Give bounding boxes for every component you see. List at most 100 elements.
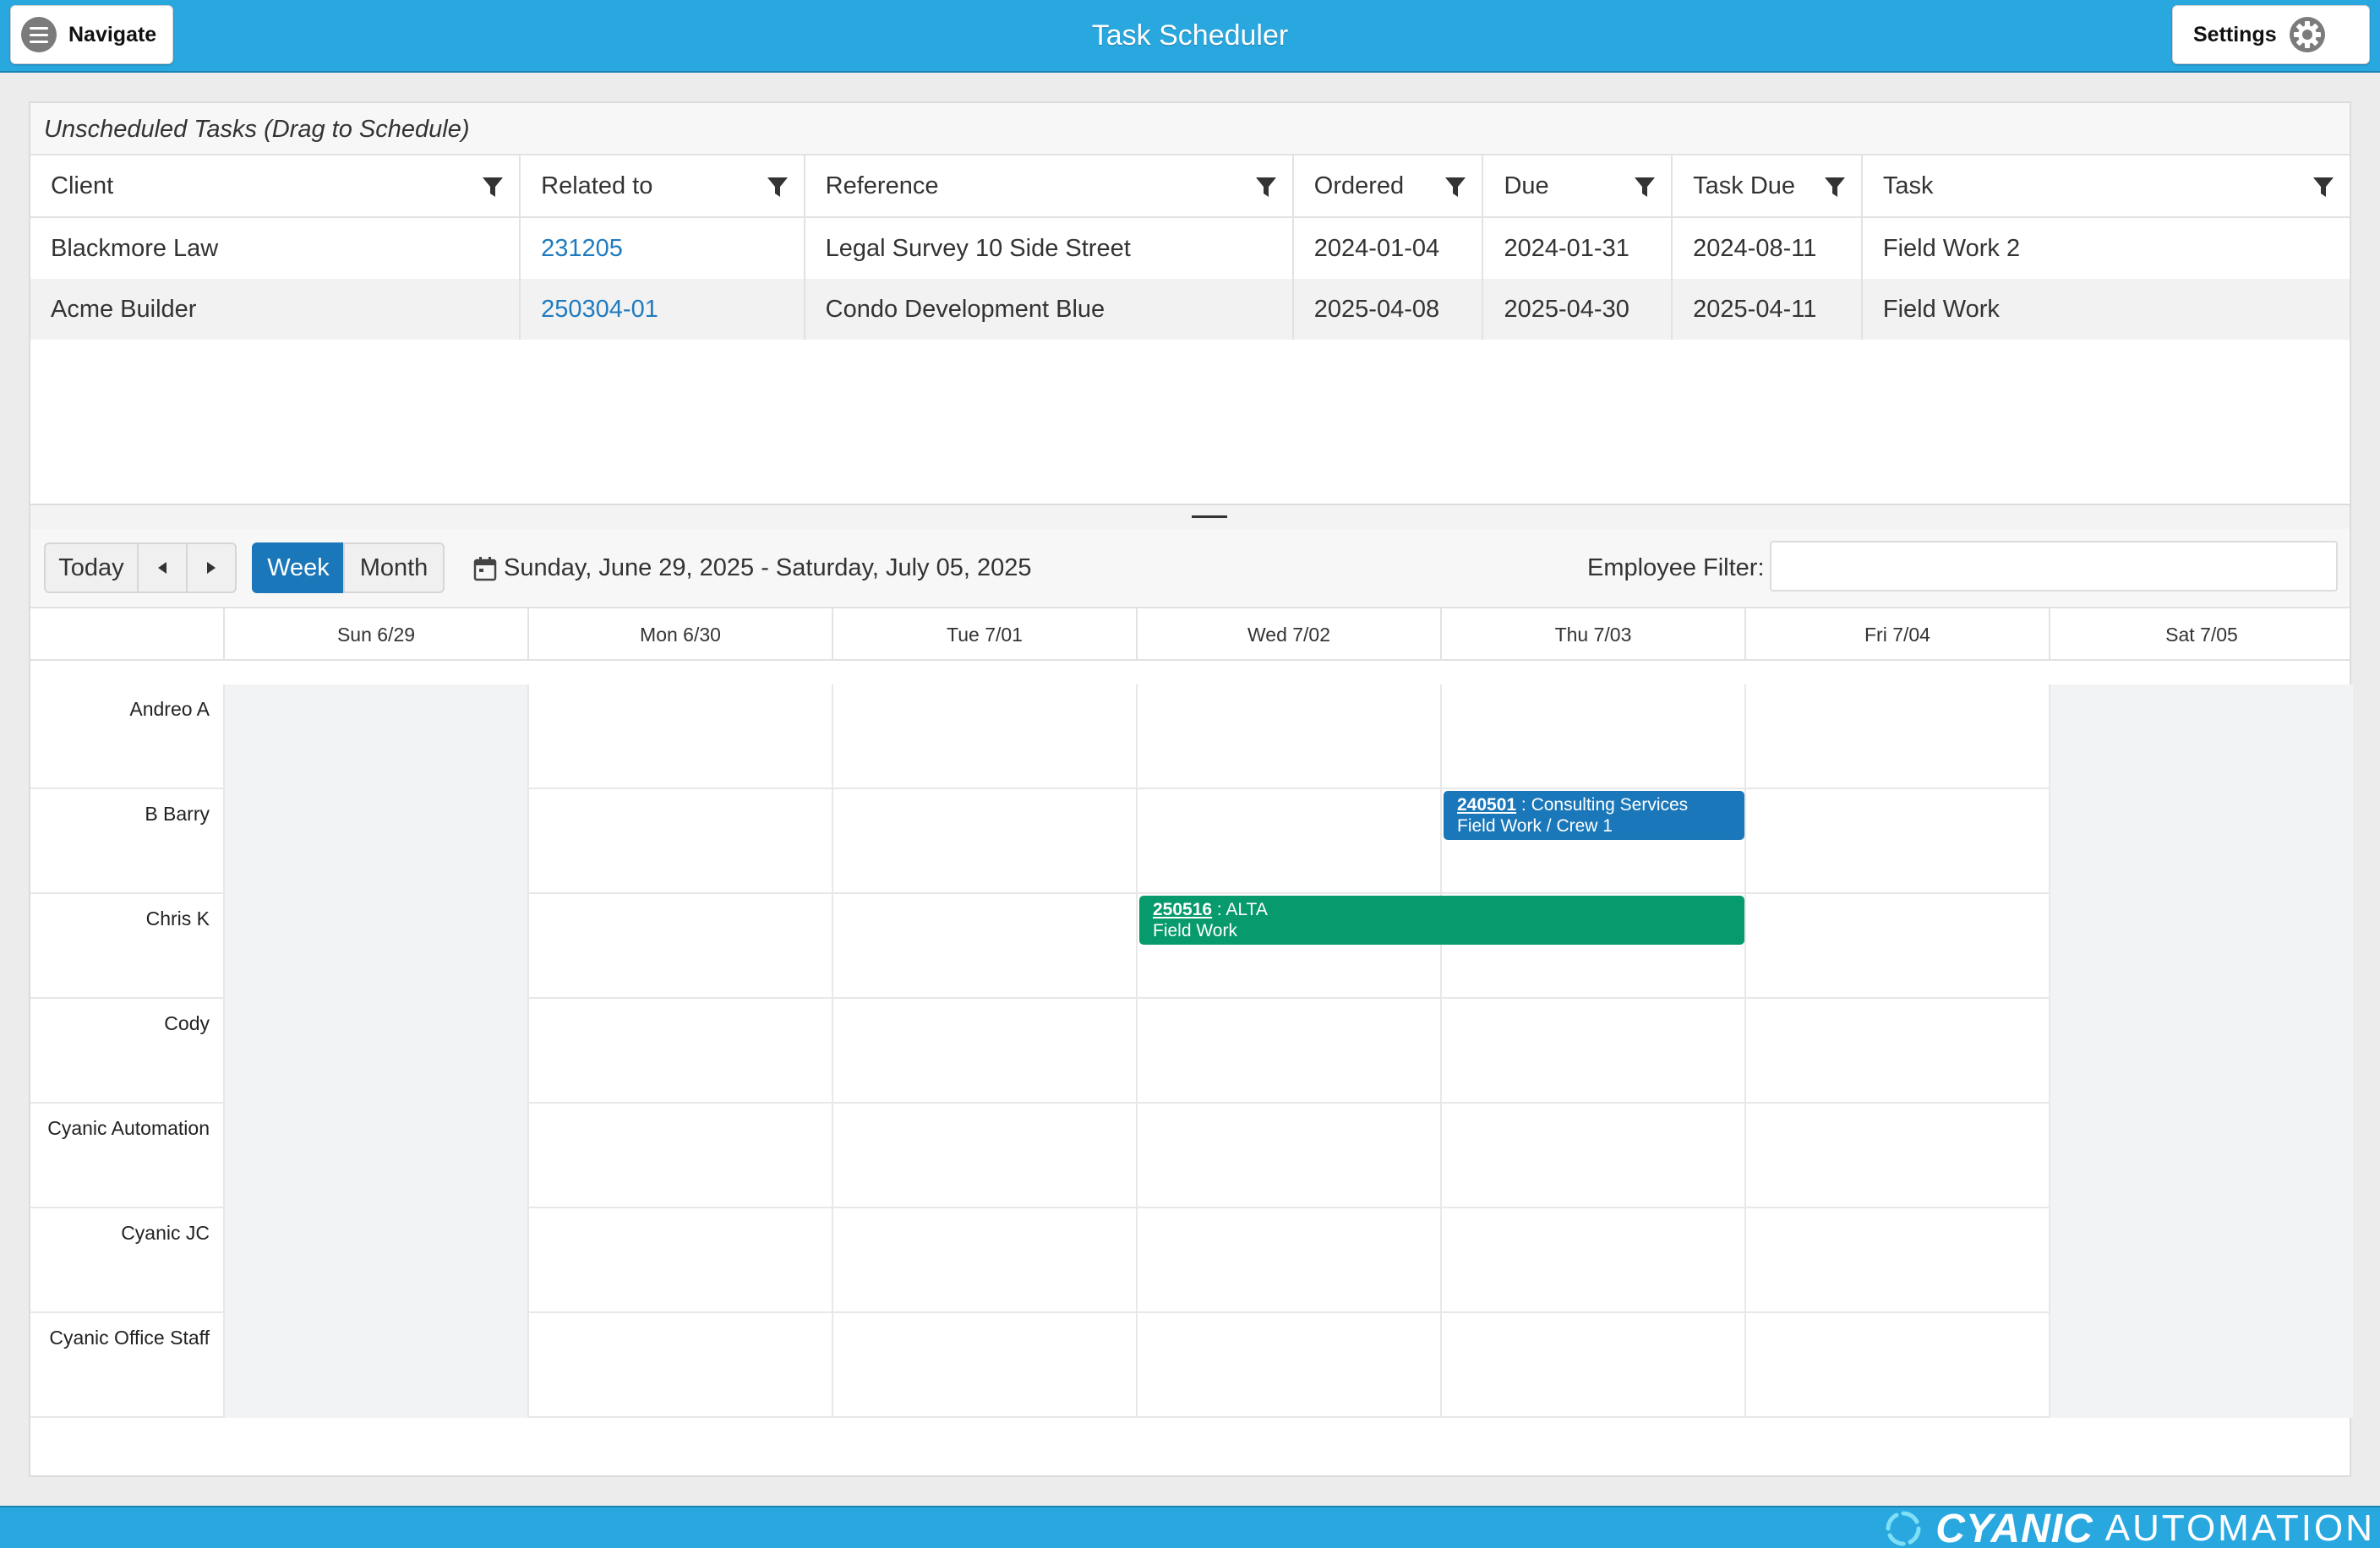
table-cell: 2025-04-30: [1483, 279, 1673, 340]
previous-button[interactable]: [137, 542, 188, 593]
related-link[interactable]: 231205: [521, 218, 805, 279]
week-view-button[interactable]: Week: [252, 542, 345, 593]
scheduled-task-event[interactable]: 240501 : Consulting Services Field Work /…: [1444, 791, 1744, 840]
column-header[interactable]: Reference: [805, 155, 1294, 216]
table-cell: Blackmore Law: [30, 218, 521, 279]
schedule-cell[interactable]: [1440, 1313, 1744, 1418]
filter-icon[interactable]: [1634, 176, 1656, 199]
schedule-cell[interactable]: [1440, 1104, 1744, 1208]
schedule-cell[interactable]: [527, 789, 832, 894]
event-id-link[interactable]: 250516: [1153, 900, 1212, 919]
column-header[interactable]: Due: [1483, 155, 1673, 216]
schedule-cell[interactable]: [1440, 1208, 1744, 1313]
filter-icon[interactable]: [2312, 176, 2334, 199]
schedule-cell[interactable]: [832, 1104, 1136, 1208]
navigate-button[interactable]: Navigate: [10, 5, 173, 64]
schedule-cell[interactable]: [1744, 1208, 2049, 1313]
event-id-link[interactable]: 240501: [1457, 795, 1516, 815]
schedule-cell[interactable]: [832, 789, 1136, 894]
filter-icon[interactable]: [767, 176, 789, 199]
schedule-cell[interactable]: [1136, 999, 1440, 1104]
schedule-cell[interactable]: [223, 684, 527, 789]
panel-splitter[interactable]: [29, 505, 2351, 529]
schedule-cell[interactable]: [2049, 999, 2353, 1104]
schedule-cell[interactable]: [527, 894, 832, 999]
filter-icon[interactable]: [1824, 176, 1846, 199]
schedule-cell[interactable]: [2049, 1104, 2353, 1208]
splitter-handle-icon[interactable]: [1192, 515, 1227, 518]
schedule-cell[interactable]: [832, 1313, 1136, 1418]
brand-primary-text: CYANIC: [1935, 1506, 2093, 1548]
month-view-button[interactable]: Month: [343, 542, 445, 593]
employee-filter-input[interactable]: [1770, 541, 2338, 591]
day-header-row: Sun 6/29 Mon 6/30 Tue 7/01 Wed 7/02 Thu 7/03…: [30, 608, 2350, 661]
table-row[interactable]: Blackmore Law 231205 Legal Survey 10 Side …: [30, 218, 2350, 279]
table-row[interactable]: Acme Builder 250304-01 Condo Development B…: [30, 279, 2350, 340]
table-cell: Field Work: [1882, 295, 2000, 323]
day-header: Sat 7/05: [2049, 608, 2353, 661]
schedule-cell[interactable]: [2049, 789, 2353, 894]
date-range-text: Sunday, June 29, 2025 - Saturday, July 0…: [504, 554, 1032, 581]
column-header-label: Due: [1504, 172, 1549, 199]
schedule-cell[interactable]: [527, 1208, 832, 1313]
schedule-cell[interactable]: [223, 1313, 527, 1418]
schedule-cell[interactable]: [832, 684, 1136, 789]
column-header[interactable]: Client: [30, 155, 521, 216]
schedule-cell[interactable]: [2049, 684, 2353, 789]
schedule-cell[interactable]: [527, 1313, 832, 1418]
schedule-cell[interactable]: [2049, 894, 2353, 999]
employee-row: B Barry: [30, 789, 2353, 894]
schedule-cell[interactable]: [1440, 999, 1744, 1104]
schedule-cell[interactable]: [2049, 1313, 2353, 1418]
top-bar: Task Scheduler Navigate Settings: [0, 0, 2380, 73]
schedule-cell[interactable]: [1744, 894, 2049, 999]
table-cell: Acme Builder: [30, 279, 521, 340]
schedule-cell[interactable]: [223, 999, 527, 1104]
employee-name: Chris K: [145, 908, 210, 929]
schedule-cell[interactable]: [1744, 1104, 2049, 1208]
schedule-cell[interactable]: [527, 999, 832, 1104]
date-range-picker[interactable]: Sunday, June 29, 2025 - Saturday, July 0…: [473, 554, 1031, 582]
schedule-cell[interactable]: [1136, 1208, 1440, 1313]
schedule-cell[interactable]: [832, 999, 1136, 1104]
schedule-cell[interactable]: [527, 684, 832, 789]
column-header[interactable]: Task Due: [1673, 155, 1863, 216]
filter-icon[interactable]: [482, 176, 504, 199]
column-header[interactable]: Ordered: [1294, 155, 1484, 216]
column-header[interactable]: Task: [1863, 155, 2350, 216]
schedule-cell[interactable]: [223, 789, 527, 894]
settings-button[interactable]: Settings: [2172, 5, 2370, 64]
schedule-cell[interactable]: [1744, 999, 2049, 1104]
day-header: Thu 7/03: [1440, 608, 1744, 661]
schedule-cell[interactable]: [832, 1208, 1136, 1313]
filter-icon[interactable]: [1444, 176, 1466, 199]
schedule-cell[interactable]: [1136, 1104, 1440, 1208]
schedule-cell[interactable]: [832, 894, 1136, 999]
schedule-cell[interactable]: [1744, 789, 2049, 894]
scheduled-task-event[interactable]: 250516 : ALTA Field Work: [1139, 896, 1744, 945]
schedule-cell[interactable]: [1136, 789, 1440, 894]
column-header[interactable]: Related to: [521, 155, 805, 216]
schedule-cell[interactable]: [1440, 684, 1744, 789]
schedule-cell[interactable]: [1744, 1313, 2049, 1418]
employee-filter-label: Employee Filter:: [1587, 554, 1765, 581]
schedule-cell[interactable]: [223, 1104, 527, 1208]
employee-name: B Barry: [145, 803, 210, 825]
event-subtitle: Field Work / Crew 1: [1457, 816, 1613, 836]
employee-name: Cyanic Office Staff: [49, 1327, 210, 1349]
filter-icon[interactable]: [1255, 176, 1277, 199]
related-link[interactable]: 250304-01: [521, 279, 805, 340]
schedule-cell[interactable]: [527, 1104, 832, 1208]
schedule-cell[interactable]: [2049, 1208, 2353, 1313]
schedule-cell[interactable]: [1744, 684, 2049, 789]
schedule-cell[interactable]: [223, 1208, 527, 1313]
unscheduled-tasks-panel: Unscheduled Tasks (Drag to Schedule) Cli…: [29, 101, 2351, 505]
day-header: Tue 7/01: [832, 608, 1136, 661]
schedule-cell[interactable]: [1136, 684, 1440, 789]
today-button[interactable]: Today: [44, 542, 139, 593]
scheduler: Today Week Month Sunday, June 29, 2025 -…: [29, 529, 2353, 1477]
schedule-cell[interactable]: [223, 894, 527, 999]
column-header-label: Ordered: [1313, 172, 1405, 199]
schedule-cell[interactable]: [1136, 1313, 1440, 1418]
next-button[interactable]: [186, 542, 237, 593]
